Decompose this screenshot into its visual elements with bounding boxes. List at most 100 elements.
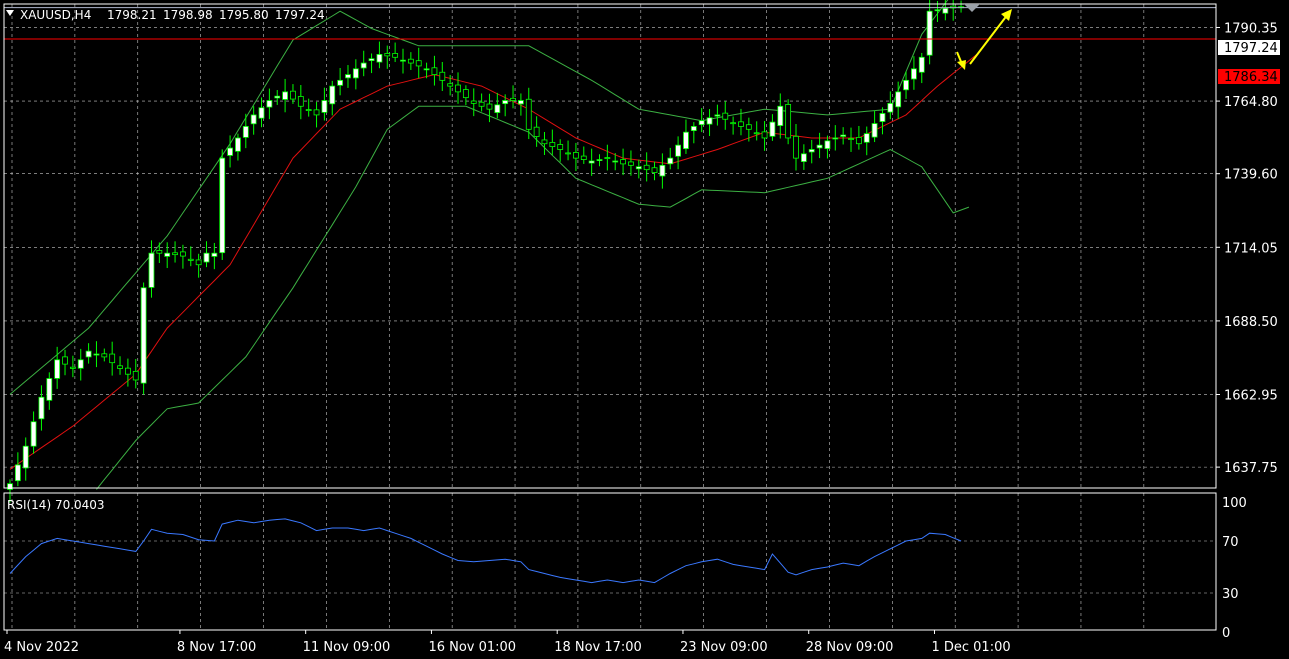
candle-body bbox=[415, 60, 422, 67]
time-tick-label: 23 Nov 09:00 bbox=[680, 640, 768, 655]
candle-body bbox=[282, 91, 289, 100]
candle-body bbox=[926, 10, 933, 56]
candle-body bbox=[313, 109, 320, 116]
candle-body bbox=[431, 67, 438, 75]
candle-body bbox=[525, 98, 532, 130]
close-price: 1797.24 bbox=[275, 8, 325, 22]
candle-body bbox=[612, 160, 619, 163]
candle-body bbox=[54, 359, 61, 379]
rsi-tick-label: 70 bbox=[1222, 535, 1239, 550]
candle-body bbox=[101, 353, 108, 358]
candle-body bbox=[588, 160, 595, 164]
candle-body bbox=[714, 114, 721, 117]
candle-body bbox=[832, 137, 839, 140]
candle-body bbox=[628, 161, 634, 166]
rsi-tick-label: 0 bbox=[1222, 626, 1230, 641]
candle-body bbox=[297, 96, 304, 107]
candle-body bbox=[502, 100, 509, 105]
candle-body bbox=[384, 53, 391, 57]
candle-body bbox=[46, 378, 53, 401]
candle-body bbox=[172, 252, 178, 256]
candle-body bbox=[800, 153, 807, 162]
candle-body bbox=[549, 142, 556, 148]
time-tick-label: 28 Nov 09:00 bbox=[806, 640, 894, 655]
candle-body bbox=[863, 133, 870, 143]
candle-body bbox=[156, 250, 163, 254]
candle-body bbox=[620, 159, 626, 165]
candle-body bbox=[392, 53, 399, 58]
candle-body bbox=[109, 353, 116, 364]
candle-body bbox=[439, 71, 446, 81]
candle-body bbox=[565, 152, 571, 155]
price-tick-label: 1739.60 bbox=[1224, 168, 1278, 183]
candle-body bbox=[423, 68, 430, 71]
candle-body bbox=[494, 104, 501, 113]
candle-body bbox=[368, 58, 375, 62]
current-price-label: 1797.24 bbox=[1224, 41, 1278, 56]
candle-body bbox=[14, 464, 21, 482]
price-tick-label: 1790.35 bbox=[1224, 21, 1278, 36]
candle-body bbox=[675, 144, 681, 157]
price-tick-label: 1662.95 bbox=[1224, 389, 1278, 404]
candle-body bbox=[510, 97, 516, 101]
candle-body bbox=[7, 483, 13, 490]
price-tick-label: 1688.50 bbox=[1224, 315, 1278, 330]
time-tick-label: 8 Nov 17:00 bbox=[177, 640, 256, 655]
candle-body bbox=[93, 353, 100, 356]
candle-body bbox=[659, 164, 666, 177]
candle-body bbox=[903, 79, 909, 91]
candle-body bbox=[462, 89, 469, 99]
time-tick-label: 11 Nov 09:00 bbox=[303, 640, 391, 655]
candle-body bbox=[187, 258, 194, 261]
candle-body bbox=[470, 100, 477, 104]
candle-body bbox=[376, 54, 383, 63]
candle-body bbox=[643, 164, 650, 171]
candle-body bbox=[140, 287, 147, 384]
candle-body bbox=[911, 68, 917, 80]
candle-body bbox=[235, 137, 241, 152]
price-tick-label: 1714.05 bbox=[1224, 241, 1278, 256]
candle-body bbox=[596, 159, 603, 161]
price-tick-label: 1764.80 bbox=[1224, 95, 1278, 110]
candle-body bbox=[942, 7, 949, 14]
candle-body bbox=[345, 74, 351, 79]
candle-body bbox=[85, 350, 92, 358]
candle-body bbox=[242, 126, 249, 138]
candle-body bbox=[195, 259, 202, 266]
rsi-tick-label: 30 bbox=[1222, 587, 1239, 602]
candle-body bbox=[290, 90, 296, 100]
time-tick-label: 4 Nov 2022 bbox=[4, 640, 79, 655]
candle-body bbox=[38, 396, 45, 420]
candle-body bbox=[895, 91, 902, 108]
candle-body bbox=[855, 137, 862, 145]
candle-body bbox=[753, 132, 760, 135]
candle-body bbox=[62, 356, 68, 365]
candle-body bbox=[219, 157, 226, 254]
candle-body bbox=[848, 138, 854, 140]
price-tick-label: 1637.75 bbox=[1224, 461, 1278, 476]
candle-body bbox=[745, 124, 752, 130]
candle-body bbox=[117, 365, 123, 369]
candle-body bbox=[258, 107, 265, 119]
candle-body bbox=[761, 131, 768, 139]
candle-body bbox=[180, 251, 186, 257]
candle-body bbox=[604, 157, 611, 159]
candle-body bbox=[533, 126, 540, 137]
candle-body bbox=[455, 84, 461, 93]
candle-body bbox=[918, 56, 925, 73]
rsi-label: RSI(14) 70.0403 bbox=[7, 498, 105, 512]
candle-body bbox=[769, 121, 776, 137]
candle-body bbox=[329, 85, 336, 105]
candle-body bbox=[690, 126, 697, 131]
candle-body bbox=[730, 122, 737, 125]
time-tick-label: 1 Dec 01:00 bbox=[931, 640, 1010, 655]
symbol-label: XAUUSD,H4 bbox=[20, 8, 91, 22]
candle-body bbox=[573, 152, 579, 159]
candle-body bbox=[879, 113, 886, 122]
candle-body bbox=[274, 95, 281, 99]
candle-body bbox=[486, 103, 493, 110]
candle-body bbox=[635, 166, 642, 170]
candle-body bbox=[250, 114, 257, 125]
candle-body bbox=[478, 101, 485, 107]
candle-body bbox=[777, 105, 784, 126]
